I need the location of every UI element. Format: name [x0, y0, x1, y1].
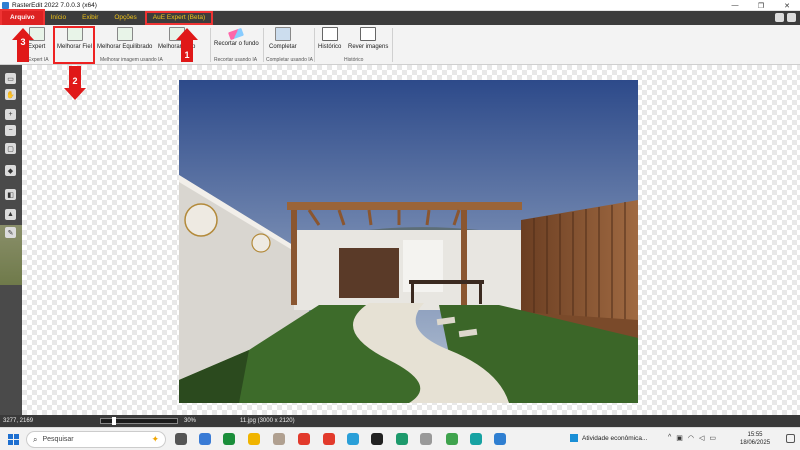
ribbon-separator [210, 28, 211, 62]
cut-background-button[interactable]: Recortar o fundo [214, 27, 259, 47]
save-icon[interactable] [775, 13, 784, 22]
group-label-enhance: Melhorar imagem usando IA [100, 57, 163, 63]
search-placeholder: Pesquisar [42, 436, 74, 443]
help-icon[interactable] [787, 13, 796, 22]
taskbar-search[interactable]: ⌕ Pesquisar ✦ [26, 431, 166, 448]
sparkle-icon: ✦ [151, 434, 159, 444]
task-view-icon[interactable] [175, 433, 187, 445]
copilot-icon[interactable] [199, 433, 211, 445]
opera-icon[interactable] [323, 433, 335, 445]
complete-label: Completar [269, 44, 297, 50]
menu-exibir[interactable]: Exibir [74, 11, 106, 25]
menu-inicio[interactable]: Início [43, 11, 75, 25]
file-info: 11.jpg (3000 x 2120) [240, 418, 295, 424]
telegram-icon[interactable] [347, 433, 359, 445]
app-icon-4[interactable] [420, 433, 432, 445]
eraser-tool-icon[interactable]: ◆ [5, 165, 16, 176]
app-icon-2[interactable] [298, 433, 310, 445]
clock-time: 15:55 [747, 432, 763, 438]
taskbar: ⌕ Pesquisar ✦ Atividade econômica... ^ ▣… [0, 427, 800, 450]
group-label-history: Histórico [344, 57, 364, 63]
window-controls: — ❐ ✕ [722, 0, 800, 11]
zoom-slider[interactable] [100, 417, 178, 425]
zoom-out-icon[interactable]: − [5, 125, 16, 136]
menu-arquivo[interactable]: Arquivo [0, 9, 45, 27]
patio-render-image [179, 80, 638, 403]
menu-bar: Arquivo Início Exibir Opções AuE Expert … [0, 9, 800, 27]
select-tool-icon[interactable]: ▭ [5, 73, 16, 84]
group-label-cut: Recortar usando IA [214, 57, 258, 63]
app-icon [2, 1, 9, 9]
cut-background-label: Recortar o fundo [214, 41, 259, 47]
review-images-button[interactable]: Rever imagens [348, 27, 388, 50]
arrow-2-number: 2 [72, 76, 78, 86]
app-icon-6[interactable] [494, 433, 506, 445]
fit-screen-icon[interactable]: ▢ [5, 143, 16, 154]
arrow-1-number: 1 [184, 50, 190, 60]
edge-icon[interactable] [223, 433, 235, 445]
file-explorer-icon[interactable] [248, 433, 260, 445]
system-tray: ^ ▣ ◠ ◁ ▭ [668, 434, 716, 442]
review-images-label: Rever imagens [348, 44, 389, 50]
menu-opcoes[interactable]: Opções [106, 11, 144, 25]
app-icon-1[interactable] [273, 433, 285, 445]
hand-tool-icon[interactable]: ✋ [5, 89, 16, 100]
start-button[interactable] [8, 434, 19, 445]
history-button[interactable]: Histórico [318, 27, 341, 50]
zoom-in-icon[interactable]: + [5, 109, 16, 120]
close-button[interactable]: ✕ [774, 0, 800, 11]
weather-widget[interactable]: Atividade econômica... [570, 434, 647, 442]
volume-icon[interactable]: ◁ [699, 434, 704, 442]
menubar-right-icons [775, 13, 796, 22]
annotation-arrow-1: 1 [176, 28, 198, 62]
window-title: RasterEdit 2022 7.0.0.3 (x64) [12, 1, 97, 9]
enhance-balanced-label: Melhorar Equilibrado [97, 44, 153, 50]
group-label-complete: Completar usando IA [266, 57, 313, 63]
wifi-icon[interactable]: ◠ [688, 434, 694, 442]
left-toolbar: ▭ ✋ + − ▢ ◆ ◧ ▲ ✎ [0, 65, 22, 415]
title-bar: RasterEdit 2022 7.0.0.3 (x64) — ❐ ✕ [0, 0, 800, 11]
complete-button[interactable]: Completar [269, 27, 297, 50]
chat-icon[interactable] [371, 433, 383, 445]
rasteredit-taskbar-icon[interactable] [446, 433, 458, 445]
review-images-icon [360, 27, 377, 41]
ribbon-separator [392, 28, 393, 62]
stamp-tool-icon[interactable]: ▲ [5, 209, 16, 220]
arrow-3-number: 3 [20, 37, 26, 47]
clock-date: 18/06/2025 [740, 440, 771, 446]
search-icon: ⌕ [33, 434, 38, 444]
news-icon [570, 434, 578, 442]
app-icon-5[interactable] [470, 433, 482, 445]
app-icon-3[interactable] [396, 433, 408, 445]
cursor-coordinates: 3277, 2169 [3, 418, 34, 424]
chevron-up-icon[interactable]: ^ [668, 434, 671, 442]
status-bar: 3277, 2169 30% 11.jpg (3000 x 2120) [0, 415, 800, 427]
eyedropper-icon[interactable]: ✎ [5, 227, 16, 238]
network-icon[interactable]: ▣ [676, 434, 683, 442]
zoom-level: 30% [184, 418, 197, 424]
notification-icon[interactable] [786, 434, 795, 443]
patio-photo [179, 80, 638, 403]
ribbon-separator [263, 28, 264, 62]
enhance-balanced-icon [116, 27, 133, 41]
crop-tool-icon[interactable]: ◧ [5, 189, 16, 200]
eraser-icon [228, 27, 245, 41]
weather-text: Atividade econômica... [582, 434, 648, 442]
ribbon-separator [314, 28, 315, 62]
history-icon [321, 27, 338, 41]
battery-icon[interactable]: ▭ [709, 434, 716, 442]
highlight-box-enhance-faithful [53, 26, 95, 64]
zoom-slider-thumb[interactable] [112, 417, 116, 425]
complete-icon [274, 27, 291, 41]
maximize-button[interactable]: ❐ [748, 0, 774, 11]
minimize-button[interactable]: — [722, 0, 748, 11]
menu-aue-expert[interactable]: AuE Expert (Beta) [144, 11, 214, 25]
ribbon: Expert Melhorar Fiel Melhorar Equilibrad… [0, 25, 800, 65]
enhance-balanced-button[interactable]: Melhorar Equilibrado [97, 27, 152, 50]
taskbar-clock[interactable]: 15:55 18/06/2025 [740, 431, 770, 447]
history-label: Histórico [318, 44, 342, 50]
